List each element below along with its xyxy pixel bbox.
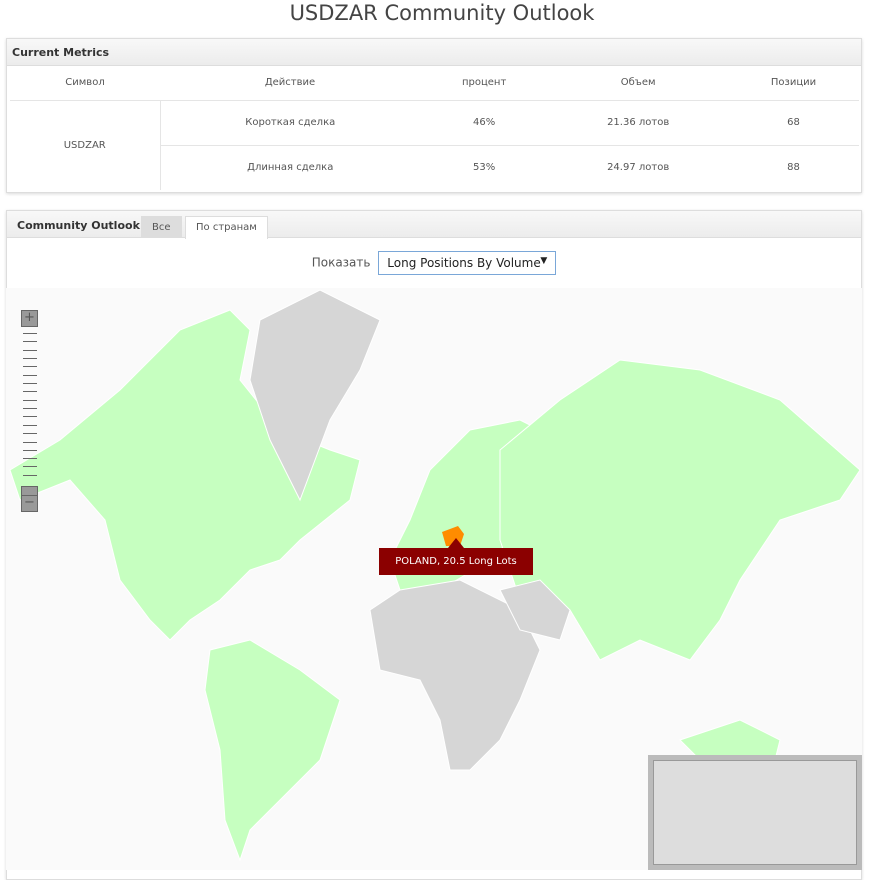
zoom-tick[interactable]	[23, 416, 37, 417]
zoom-tick[interactable]	[23, 408, 37, 409]
zoom-tick[interactable]	[23, 383, 37, 384]
zoom-tick[interactable]	[23, 366, 37, 367]
percent-cell: 53%	[473, 162, 496, 174]
positions-cell: 68	[728, 100, 859, 146]
positions-cell: 88	[787, 162, 800, 174]
percent-cell: 46%	[420, 100, 549, 146]
panel-header: Community Outlook	[17, 219, 140, 232]
zoom-tick[interactable]	[23, 358, 37, 359]
col-header: процент	[420, 66, 549, 101]
action-cell: Короткая сделка	[160, 100, 420, 146]
zoom-tick[interactable]	[23, 433, 37, 434]
minimap[interactable]	[648, 755, 862, 870]
zoom-tick[interactable]	[23, 442, 37, 443]
zoom-tick[interactable]	[23, 458, 37, 459]
zoom-tick[interactable]	[23, 341, 37, 342]
zoom-tick[interactable]	[23, 375, 37, 376]
australia	[679, 719, 781, 761]
show-label: Показать	[311, 255, 371, 270]
zoom-tick[interactable]	[23, 391, 37, 392]
tab-bar: Community Outlook Все По странам	[7, 211, 861, 239]
volume-cell: 21.36 лотов	[548, 100, 729, 146]
metrics-table: Символ Действие процент Объем Позиции US…	[10, 66, 859, 190]
col-header: Позиции	[728, 66, 859, 101]
south-america	[204, 639, 341, 862]
symbol-cell: USDZAR	[10, 100, 161, 190]
volume-cell: 24.97 лотов	[607, 162, 670, 174]
zoom-tick[interactable]	[23, 333, 37, 334]
world-map[interactable]	[6, 288, 862, 870]
zoom-tick[interactable]	[23, 400, 37, 401]
country-tooltip: POLAND, 20.5 Long Lots	[379, 538, 533, 575]
col-header: Объем	[548, 66, 729, 101]
col-header: Символ	[10, 66, 160, 101]
zoom-tick[interactable]	[23, 450, 37, 451]
zoom-tick[interactable]	[23, 475, 37, 476]
panel-header: Current Metrics	[7, 39, 861, 66]
metric-select[interactable]: Long Positions By Volume ▼	[378, 251, 557, 275]
current-metrics-panel: Current Metrics Символ Действие процент …	[6, 38, 862, 193]
zoom-tick[interactable]	[23, 350, 37, 351]
table-row: USDZAR Короткая сделка 46% 21.36 лотов 6…	[10, 100, 859, 190]
zoom-tick[interactable]	[23, 466, 37, 467]
select-value: Long Positions By Volume	[387, 256, 541, 270]
col-header: Действие	[160, 66, 420, 101]
zoom-tick[interactable]	[23, 425, 37, 426]
action-cell: Длинная сделка	[247, 162, 334, 174]
zoom-out-button[interactable]: −	[21, 495, 38, 512]
dropdown-arrow-icon: ▼	[540, 256, 548, 266]
tab-by-country[interactable]: По странам	[185, 216, 268, 239]
page-title: USDZAR Community Outlook	[289, 1, 595, 25]
zoom-in-button[interactable]: +	[21, 310, 38, 327]
tab-all[interactable]: Все	[141, 216, 182, 238]
